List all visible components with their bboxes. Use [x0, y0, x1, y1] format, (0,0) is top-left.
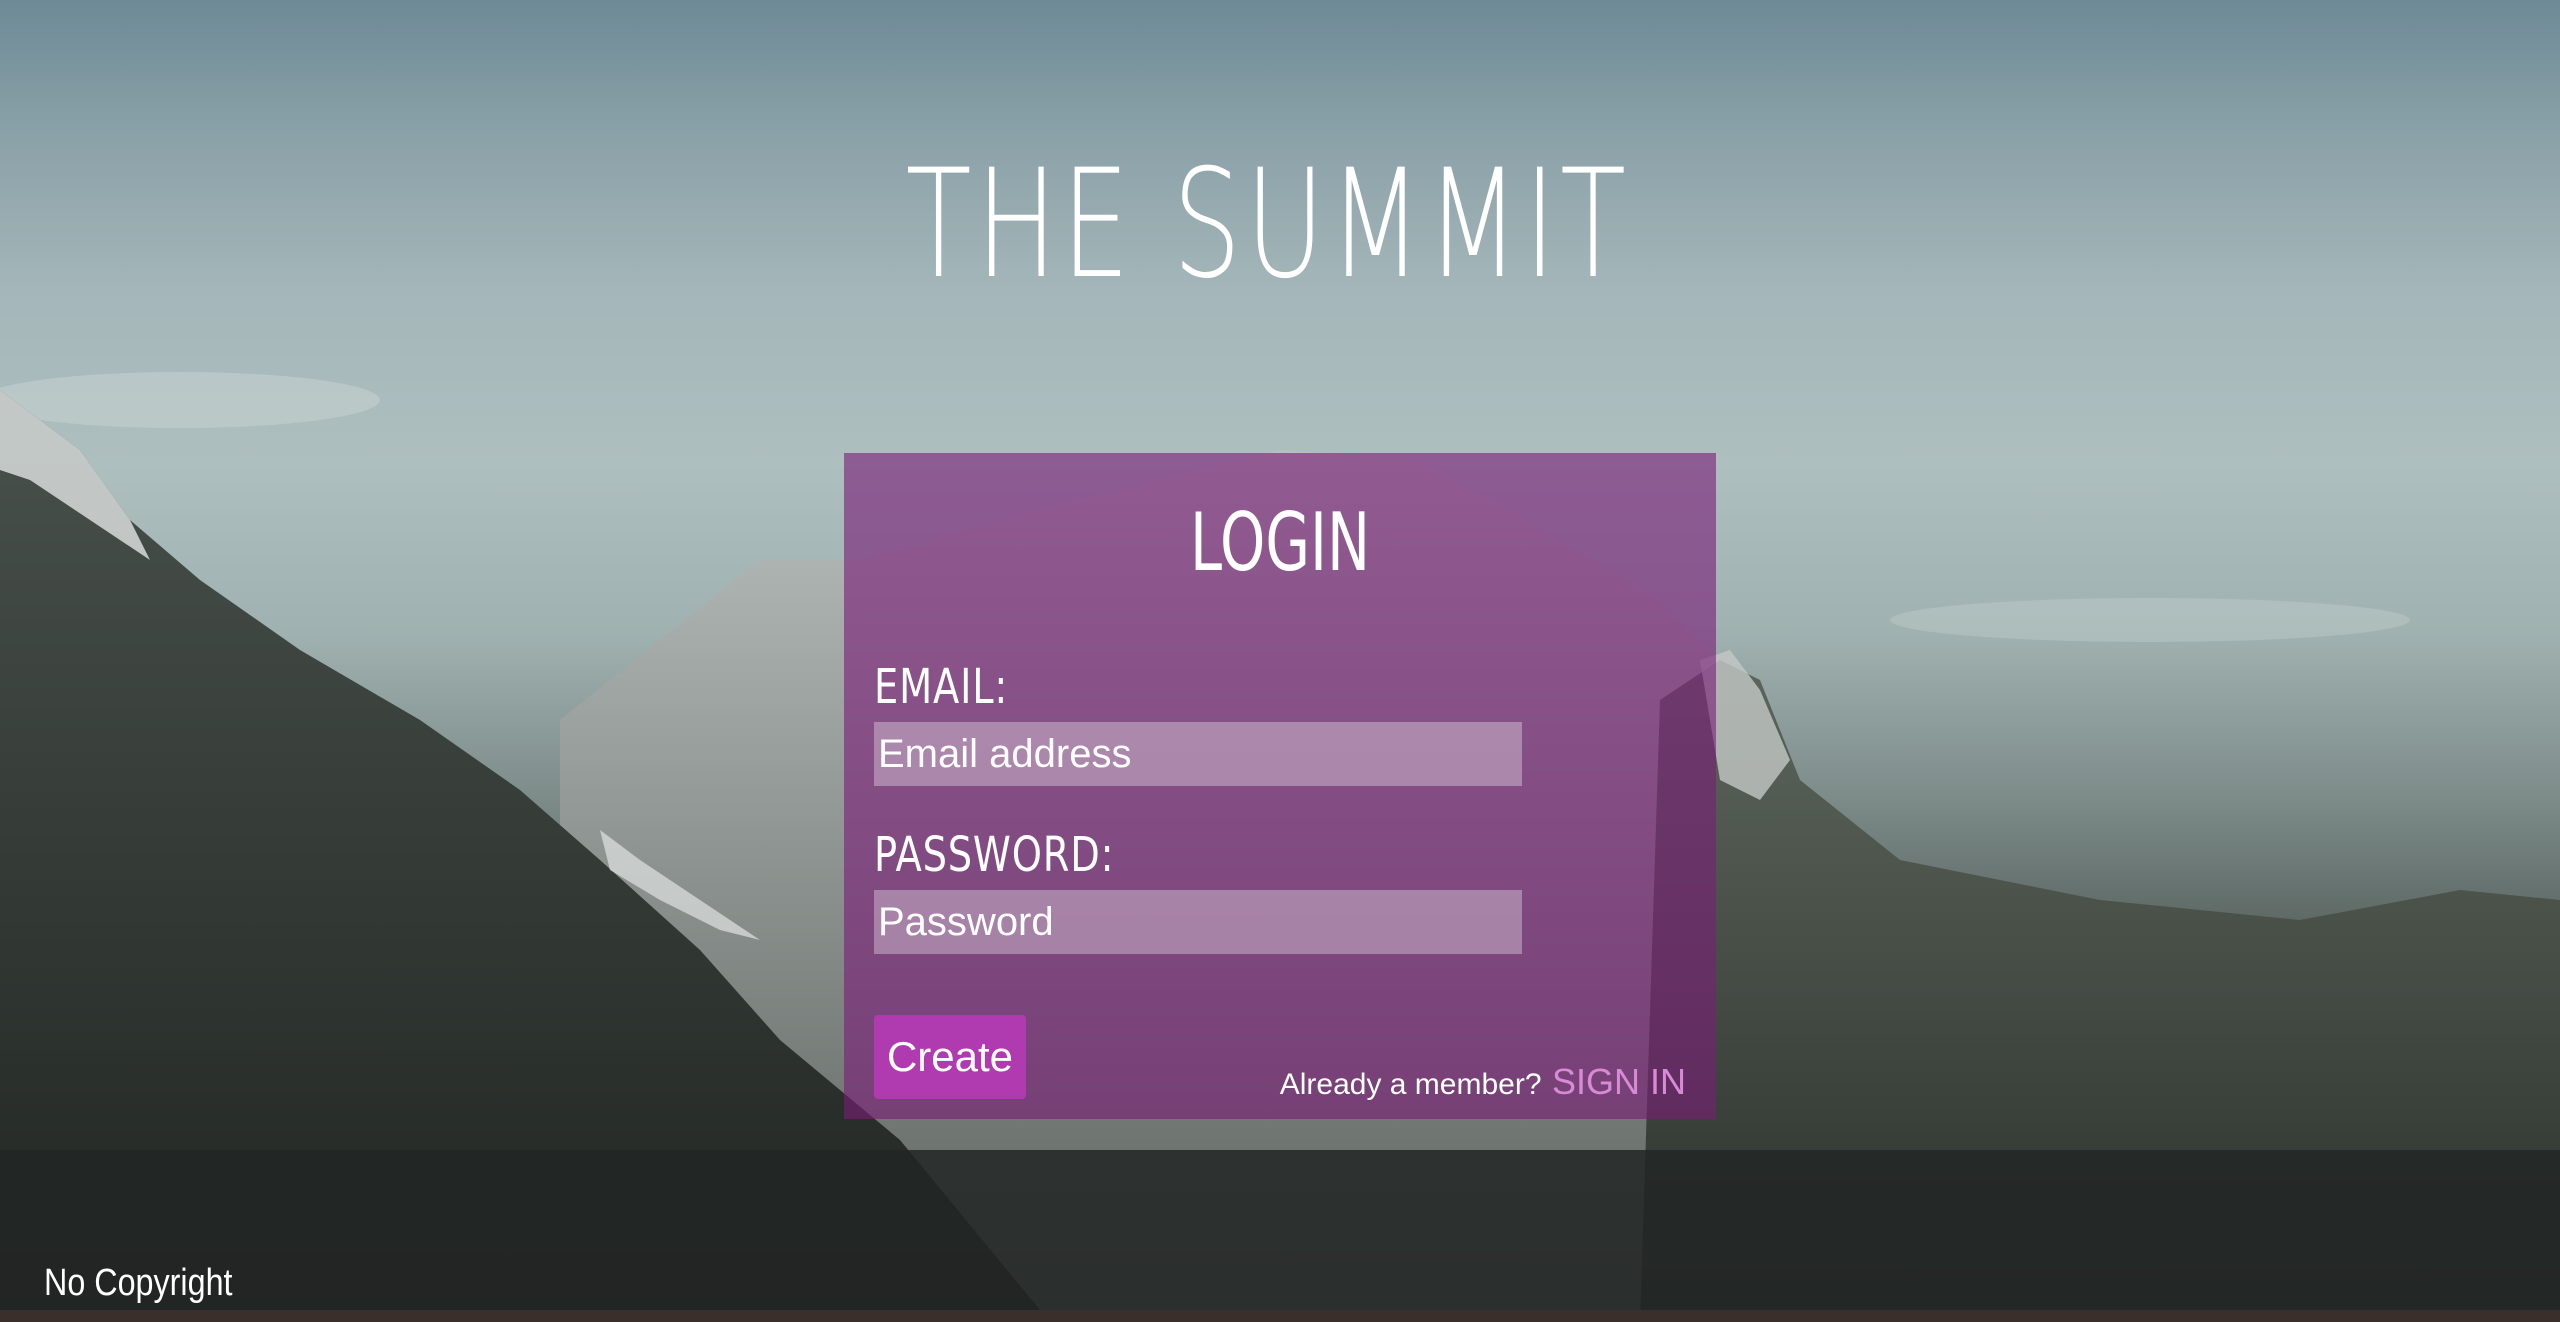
signin-row: Already a member? SIGN IN: [1280, 1061, 1686, 1103]
create-button[interactable]: Create: [874, 1015, 1026, 1099]
password-label: PASSWORD:: [874, 827, 1115, 883]
login-panel: LOGIN EMAIL: PASSWORD: Create Already a …: [844, 453, 1716, 1119]
copyright-notice: No Copyright: [44, 1262, 233, 1304]
password-input[interactable]: [874, 890, 1522, 954]
site-title: THE SUMMIT: [905, 138, 1631, 312]
page-background: THE SUMMIT LOGIN EMAIL: PASSWORD: Create…: [0, 0, 2560, 1322]
email-label: EMAIL:: [874, 659, 1009, 715]
email-input[interactable]: [874, 722, 1522, 786]
signin-link[interactable]: SIGN IN: [1552, 1061, 1686, 1102]
member-prompt: Already a member?: [1279, 1068, 1542, 1101]
login-heading: LOGIN: [1189, 496, 1371, 589]
